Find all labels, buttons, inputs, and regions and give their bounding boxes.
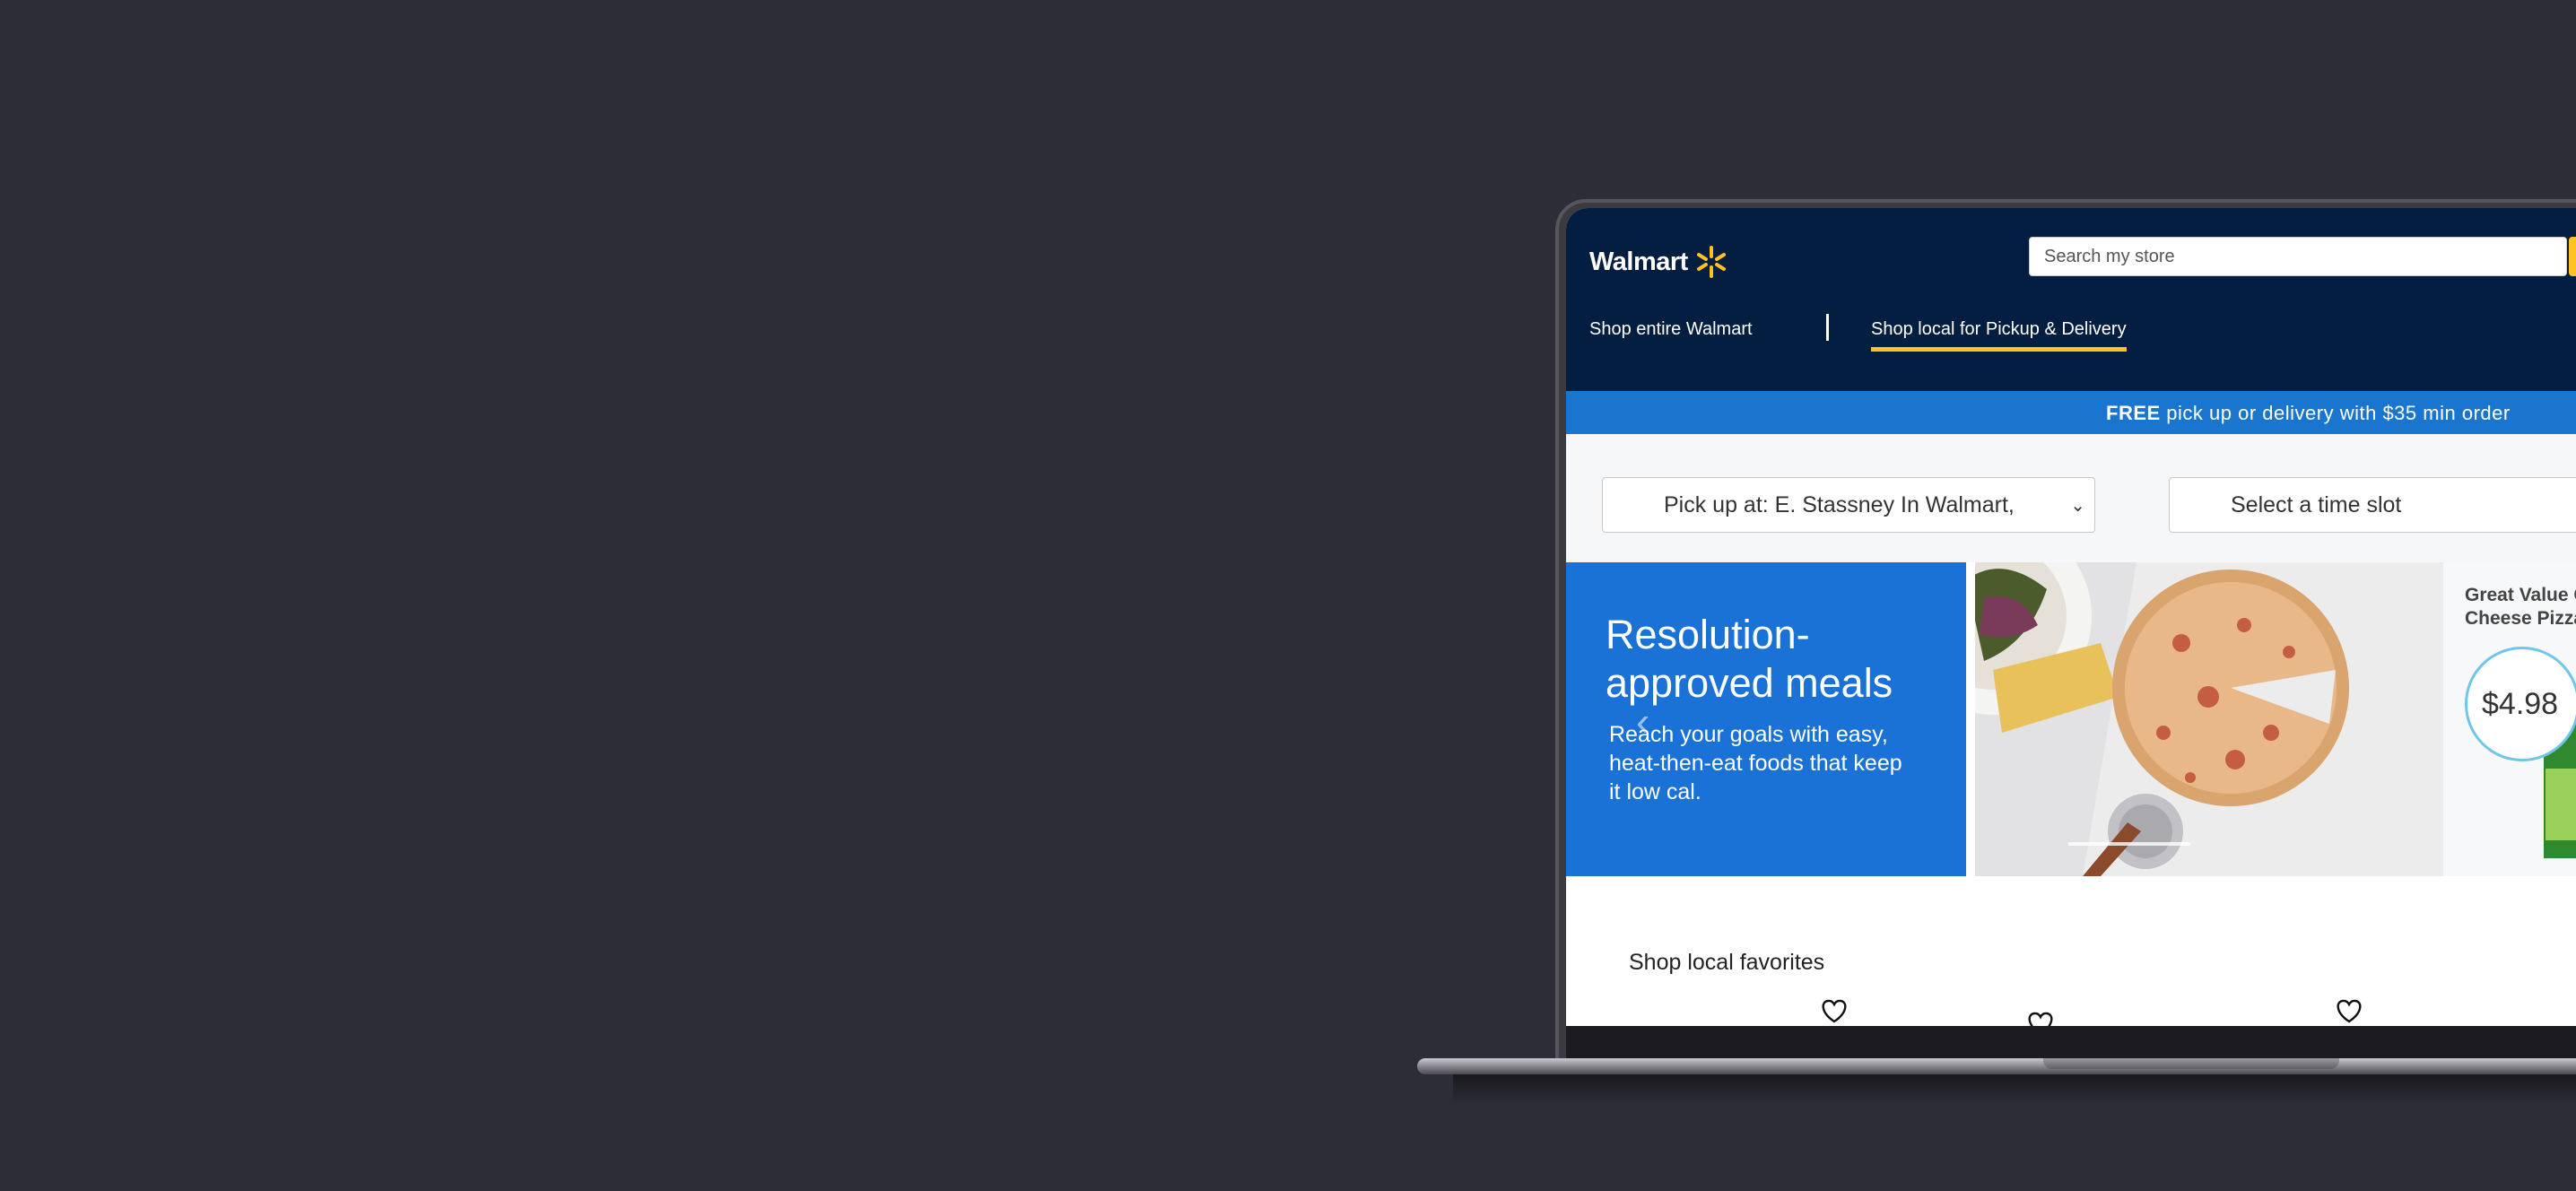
tab-shop-local[interactable]: Shop local for Pickup & Delivery xyxy=(1871,319,2127,352)
heart-icon[interactable] xyxy=(2025,1010,2056,1026)
product-name-line-2: Cheese Pizza xyxy=(2465,608,2576,629)
heart-icon[interactable] xyxy=(2334,997,2364,1024)
laptop-base xyxy=(1417,1058,2576,1074)
promo-banner: FREE pick up or delivery with $35 min or… xyxy=(1566,391,2576,434)
price-badge: $4.98 xyxy=(2465,647,2576,761)
time-slot-value: Select a time slot xyxy=(2231,491,2402,517)
pickup-store-select[interactable]: Pick up at: E. Stassney In Walmart, ⌄ xyxy=(1602,477,2095,533)
promo-free-label: FREE xyxy=(2106,402,2161,424)
tab-shop-entire-walmart[interactable]: Shop entire Walmart xyxy=(1589,319,1753,340)
featured-product-card[interactable]: Great Value C Cheese Pizza $4.98 xyxy=(2443,562,2576,876)
store-selectors: Pick up at: E. Stassney In Walmart, ⌄ Se… xyxy=(1566,434,2576,562)
hero-title: Resolution-approved meals xyxy=(1606,612,1893,706)
product-name: Great Value C Cheese Pizza xyxy=(2465,584,2576,630)
product-name-line-1: Great Value C xyxy=(2465,585,2576,605)
product-price: $4.98 xyxy=(2482,686,2559,721)
carousel-prev-icon[interactable]: ‹ xyxy=(1636,697,1649,745)
product-package-label xyxy=(2546,769,2576,840)
pickup-store-value: Pick up at: E. Stassney In Walmart, xyxy=(1664,491,2015,517)
hero-pizza-image xyxy=(1975,562,2443,876)
laptop-screen: Walmart Search my store Shop entire Walm… xyxy=(1566,208,2576,1026)
pizza-illustration xyxy=(1975,562,2443,876)
carousel-indicator[interactable] xyxy=(2068,842,2190,846)
walmart-logo[interactable]: Walmart xyxy=(1589,244,1729,280)
chevron-down-icon: ⌄ xyxy=(2070,496,2085,516)
hero-banner[interactable]: Resolution-approved meals Reach your goa… xyxy=(1566,562,1966,876)
hero-subtitle: Reach your goals with easy, heat-then-ea… xyxy=(1609,722,1902,804)
search-input[interactable]: Search my store xyxy=(2029,237,2567,276)
nav-divider xyxy=(1826,314,1829,341)
promo-message: pick up or delivery with $35 min order xyxy=(2160,402,2511,424)
promo-text: FREE pick up or delivery with $35 min or… xyxy=(2106,402,2511,425)
laptop-bezel xyxy=(1566,1026,2576,1062)
time-slot-select[interactable]: Select a time slot xyxy=(2169,477,2576,533)
logo-text: Walmart xyxy=(1589,247,1688,276)
spark-icon xyxy=(1696,246,1726,278)
search-button[interactable] xyxy=(2569,237,2576,276)
heart-icon[interactable] xyxy=(1819,997,1849,1024)
site-header: Walmart Search my store Shop entire Walm… xyxy=(1566,208,2576,391)
laptop-shadow xyxy=(1453,1074,2576,1105)
laptop-notch xyxy=(2043,1058,2339,1069)
section-title-local-favorites: Shop local favorites xyxy=(1629,950,1825,975)
